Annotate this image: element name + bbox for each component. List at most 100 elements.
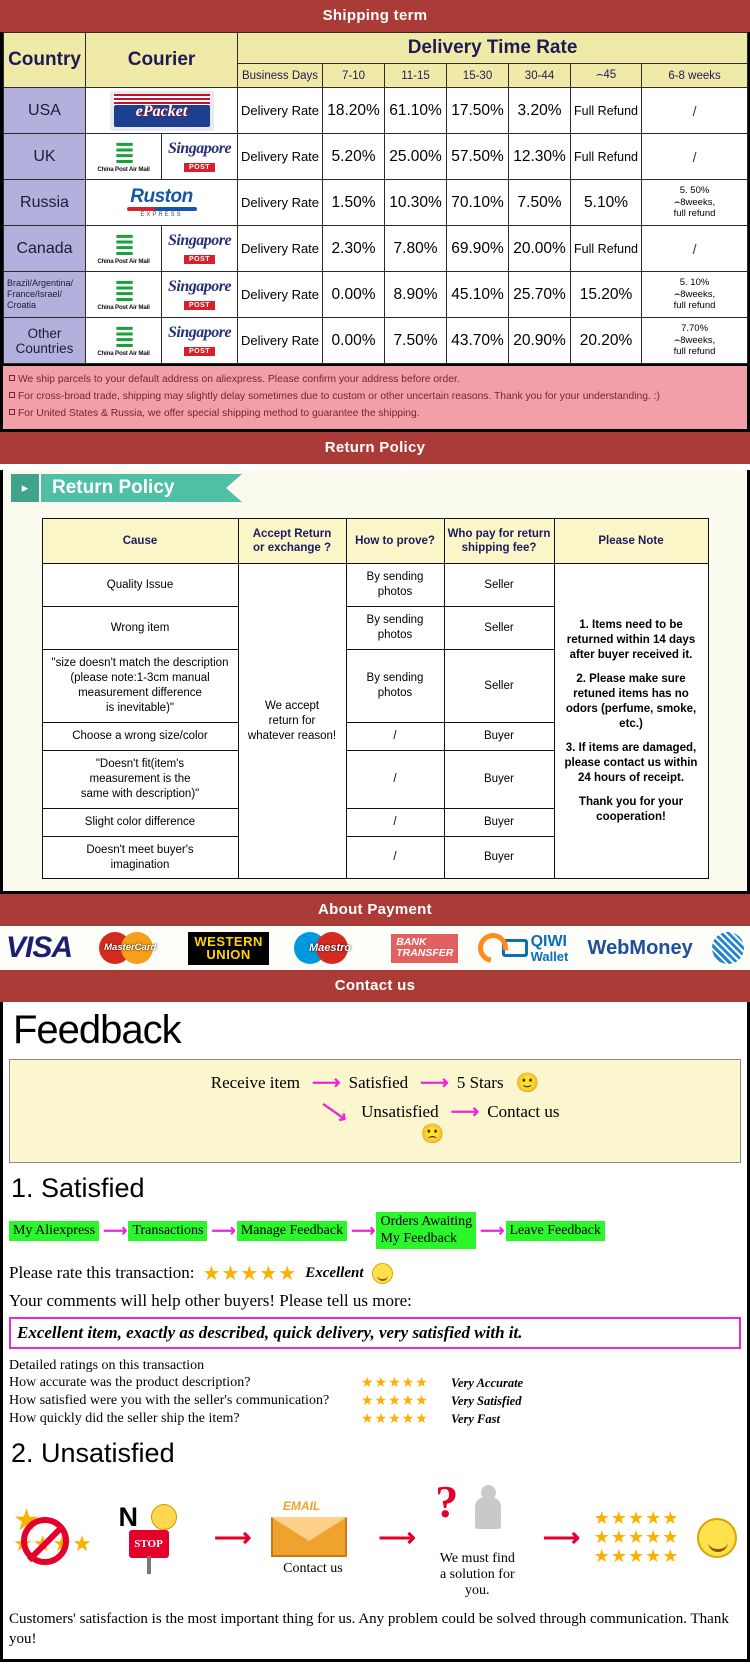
cell-15-30: 43.70% — [446, 317, 510, 364]
cell-who-pays: Buyer — [443, 835, 555, 880]
maestro-label: Maestro — [308, 942, 352, 955]
unsatisfied-flow: ★ ★★★★ N STOP ⟶ EMAIL Contact us ⟶ ? We … — [9, 1473, 741, 1599]
epacket-label: ePacket — [135, 102, 188, 120]
shipping-note-1: We ship parcels to your default address … — [9, 373, 741, 387]
wu-line-2: UNION — [206, 947, 251, 963]
payment-logo-mastercard: MasterCard — [91, 930, 169, 966]
cell-cause: "size doesn't match the description (ple… — [41, 649, 239, 723]
bank-line-2: TRANSFER — [396, 947, 454, 960]
ruston-swoosh — [126, 207, 197, 211]
courier-logo-china-post: ≣ China Post Air Mail — [85, 225, 162, 272]
detail-rating-row: How accurate was the product description… — [9, 1375, 741, 1392]
qiwi-text: QIWI Wallet — [530, 932, 569, 964]
cell-11-15: 7.50% — [384, 317, 448, 364]
arrow-right-icon: ⟶ — [480, 1220, 504, 1240]
chain-step-my-aliexpress[interactable]: My Aliexpress — [9, 1220, 100, 1241]
banner-contact-us: Contact us — [0, 970, 750, 1003]
payment-logo-bank-transfer: BANK TRANSFER — [391, 930, 459, 966]
stop-label: STOP — [128, 1529, 169, 1558]
flow-unsatisfied: Unsatisfied — [361, 1101, 439, 1121]
cell-6-8-weeks: 7.70% ⌢8weeks, full refund — [641, 317, 749, 364]
shipping-row-canada: Canada ≣ China Post Air Mail Singapore P… — [3, 225, 749, 272]
singapore-post-word: Singapore — [167, 323, 232, 341]
worried-face-icon — [150, 1503, 177, 1530]
china-post-label: China Post Air Mail — [97, 349, 150, 357]
cell-over-45: 5.10% — [570, 179, 643, 226]
flow-receive-item: Receive item — [210, 1072, 300, 1092]
row-country: Canada — [3, 225, 86, 272]
cell-15-30: 69.90% — [446, 225, 510, 272]
flow-row-bottom: ⟶ Unsatisfied ⟶ Contact us — [18, 1095, 732, 1129]
checkbox-icon — [9, 408, 15, 415]
rating-stars[interactable]: ★★★★★ — [203, 1261, 298, 1286]
qiwi-label-1: QIWI — [530, 932, 567, 950]
cell-who-pays: Buyer — [443, 749, 555, 809]
cell-30-44: 20.00% — [508, 225, 572, 272]
cell-7-10: 1.50% — [322, 179, 386, 226]
china-post-logo: ≣ China Post Air Mail — [88, 278, 159, 311]
courier-logo-singapore-post: Singapore POST — [160, 133, 239, 180]
arrow-right-icon: ⟶ — [211, 1220, 235, 1240]
detail-value: Very Fast — [451, 1411, 500, 1426]
header-delivery-time-rate: Delivery Time Rate — [237, 32, 749, 64]
shipping-table: Country Courier Delivery Time Rate Busin… — [3, 32, 749, 364]
qiwi-icon: QIWI Wallet — [471, 927, 569, 970]
header-please-note: Please Note — [553, 517, 709, 565]
cell-please-note: 1. Items need to be returned within 14 d… — [553, 563, 709, 880]
checkbox-icon — [9, 375, 15, 381]
detail-stars[interactable]: ★★★★★ — [361, 1393, 451, 1410]
chain-step-manage-feedback[interactable]: Manage Feedback — [236, 1220, 348, 1241]
detail-stars[interactable]: ★★★★★ — [361, 1375, 451, 1392]
detail-stars[interactable]: ★★★★★ — [361, 1411, 451, 1428]
banner-return-policy: Return Policy — [0, 431, 750, 464]
singapore-post-tag: POST — [183, 300, 216, 310]
maestro-icon: Maestro — [288, 931, 372, 965]
china-post-label: China Post Air Mail — [97, 303, 150, 311]
china-post-label: China Post Air Mail — [97, 165, 150, 173]
cell-6-8-weeks: 5. 50% ⌢8weeks, full refund — [641, 179, 749, 226]
return-policy-ribbon: ▸ Return Policy — [3, 470, 747, 506]
shipping-row-russia: Russia Ruston EXPRESS Delivery Rate 1.50… — [3, 179, 749, 226]
courier-logo-singapore-post: Singapore POST — [160, 271, 239, 318]
arrow-cell: ⟶ — [378, 1523, 415, 1553]
arrow-right-icon: ⟶ — [103, 1220, 127, 1240]
chain-step-transactions[interactable]: Transactions — [128, 1220, 208, 1241]
cell-7-10: 18.20% — [322, 87, 386, 134]
cell-7-10: 0.00% — [322, 317, 386, 364]
cell-11-15: 10.30% — [384, 179, 448, 226]
singapore-post-tag: POST — [183, 254, 216, 264]
chain-step-orders-awaiting[interactable]: Orders Awaiting My Feedback — [376, 1212, 477, 1249]
ribbon-tail — [226, 473, 242, 502]
question-mark-person-icon: ? — [429, 1476, 525, 1551]
header-range-over-45: ⌢45 — [570, 63, 643, 88]
cell-cause: "Doesn't fit(item's measurement is the s… — [41, 749, 239, 809]
cell-accept-return: We accept return for whatever reason! — [237, 563, 347, 880]
satisfied-heading: 1. Satisfied — [11, 1173, 145, 1204]
arrow-right-icon: ⟶ — [420, 1072, 449, 1095]
contact-us-illustration: EMAIL Contact us — [265, 1499, 361, 1577]
cell-15-30: 17.50% — [446, 87, 510, 134]
singapore-post-tag: POST — [183, 162, 216, 172]
return-header-row: Cause Accept Return or exchange ? How to… — [41, 517, 709, 565]
row-label: Delivery Rate — [237, 225, 324, 272]
header-accept-return: Accept Return or exchange ? — [237, 517, 347, 565]
payment-logo-webmoney-globe — [711, 930, 744, 966]
arrow-right-icon: ⟶ — [351, 1220, 375, 1240]
cell-30-44: 25.70% — [508, 271, 572, 318]
ribbon-bar: Return Policy — [41, 473, 226, 502]
cell-how-to-prove: / — [345, 749, 445, 809]
singapore-post-tag: POST — [183, 346, 216, 356]
example-review-text: Excellent item, exactly as described, qu… — [9, 1316, 741, 1349]
cell-7-10: 0.00% — [322, 271, 386, 318]
arrow-right-icon: ▸ — [11, 473, 39, 502]
qiwi-label-2: Wallet — [530, 948, 569, 964]
header-cause: Cause — [41, 517, 239, 565]
mastercard-icon: MasterCard — [91, 931, 169, 965]
shipping-note-3-text: For United States & Russia, we offer spe… — [18, 407, 420, 419]
courier-logo-china-post: ≣ China Post Air Mail — [85, 271, 162, 318]
banner-shipping-term: Shipping term — [0, 0, 750, 32]
western-union-icon: WESTERN UNION — [188, 931, 269, 966]
note-3: 3. If items are damaged, please contact … — [564, 741, 698, 784]
header-who-pays: Who pay for return shipping fee? — [443, 517, 555, 565]
chain-step-leave-feedback[interactable]: Leave Feedback — [505, 1220, 605, 1241]
